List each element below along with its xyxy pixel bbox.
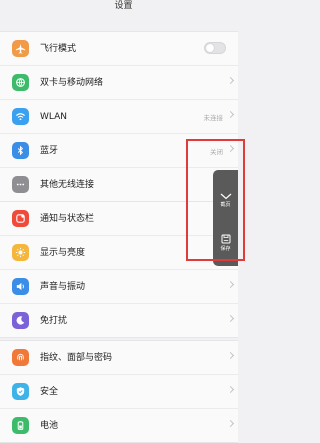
settings-item-label: 通知与状态栏 [40, 213, 95, 224]
sound-icon [12, 278, 29, 295]
chevron-right-icon [226, 351, 235, 360]
fingerprint-icon [12, 349, 29, 366]
settings-item-do-not-disturb[interactable]: 免打扰 [0, 304, 238, 337]
shield-icon [12, 383, 29, 400]
settings-item-label: 声音与振动 [40, 281, 86, 292]
settings-item-security[interactable]: 安全 [0, 375, 238, 409]
chevron-right-icon [226, 280, 235, 289]
highlight-frame [186, 139, 245, 261]
chevron-right-icon [226, 110, 235, 119]
bluetooth-icon [12, 142, 29, 159]
settings-item-label: WLAN [40, 111, 68, 122]
settings-item-label: 显示与亮度 [40, 247, 86, 258]
settings-item-label: 电池 [40, 420, 59, 431]
battery-icon [12, 417, 29, 434]
cellular-icon [12, 74, 29, 91]
settings-item-label: 飞行模式 [40, 43, 77, 54]
settings-item-label: 指纹、面部与密码 [40, 352, 113, 363]
wlan-status: 未连接 [203, 113, 224, 122]
settings-item-sound[interactable]: 声音与振动 [0, 270, 238, 304]
settings-item-airplane-mode[interactable]: 飞行模式 [0, 32, 238, 66]
notification-icon [12, 210, 29, 227]
chevron-right-icon [226, 76, 235, 85]
settings-group-security: 指纹、面部与密码 安全 电池 [0, 340, 238, 443]
page-title: 设置 [114, 1, 133, 11]
settings-item-label: 蓝牙 [40, 145, 59, 156]
brightness-icon [12, 244, 29, 261]
settings-item-label: 其他无线连接 [40, 179, 95, 190]
chevron-right-icon [226, 385, 235, 394]
chevron-right-icon [226, 314, 235, 323]
chevron-right-icon [226, 419, 235, 428]
airplane-icon [12, 40, 29, 57]
settings-item-battery[interactable]: 电池 [0, 409, 238, 442]
settings-item-wlan[interactable]: WLAN 未连接 [0, 100, 238, 134]
settings-item-label: 安全 [40, 386, 59, 397]
settings-item-label: 免打扰 [40, 315, 68, 326]
more-icon [12, 176, 29, 193]
airplane-mode-toggle[interactable] [204, 42, 226, 54]
settings-item-fingerprint[interactable]: 指纹、面部与密码 [0, 341, 238, 375]
wifi-icon [12, 108, 29, 125]
settings-item-dual-sim[interactable]: 双卡与移动网络 [0, 66, 238, 100]
moon-icon [12, 312, 29, 329]
settings-item-label: 双卡与移动网络 [40, 77, 104, 88]
